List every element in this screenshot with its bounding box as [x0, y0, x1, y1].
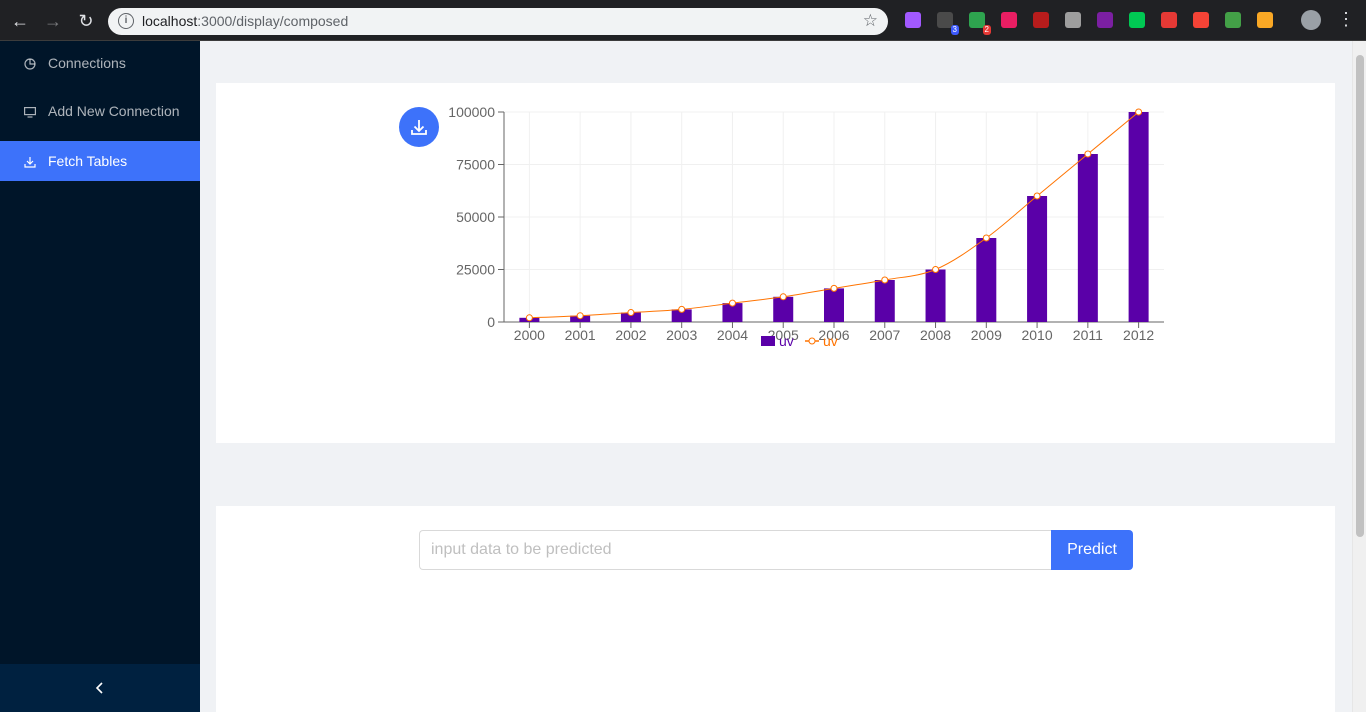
- chart-bar: [773, 296, 794, 322]
- x-tick-label: 2003: [666, 327, 697, 343]
- sidebar-collapse-button[interactable]: [0, 664, 200, 712]
- x-tick-label: 2004: [717, 327, 748, 343]
- desktop-icon: [24, 107, 36, 118]
- chart-bar: [874, 280, 895, 322]
- chart-point: [525, 314, 533, 322]
- chart-point: [627, 309, 635, 317]
- sidebar: Connections Add New Connection Fetch Tab…: [0, 41, 200, 712]
- chart-point: [1135, 108, 1143, 116]
- page-scrollbar[interactable]: [1352, 41, 1366, 712]
- cookie-ext-icon[interactable]: [1257, 12, 1273, 28]
- chart-point: [830, 284, 838, 292]
- bookmark-star-icon[interactable]: ☆: [863, 11, 878, 31]
- x-tick-label: 2011: [1073, 327, 1103, 343]
- chart-point: [982, 234, 990, 242]
- download-icon: [24, 157, 36, 168]
- sidebar-item-fetch-tables[interactable]: Fetch Tables: [0, 141, 200, 181]
- legend-line-label: uv: [823, 333, 838, 349]
- y-tick-label: 100000: [448, 104, 495, 120]
- y-tick-label: 75000: [456, 157, 495, 173]
- pie-chart-icon: [24, 58, 36, 70]
- y-tick-label: 25000: [456, 262, 495, 278]
- scrollbar-thumb[interactable]: [1356, 55, 1364, 537]
- chart-card: 0 25000 50000 75000 100000 2000 2001 2002 2003 20…: [216, 83, 1335, 443]
- x-tick-label: 2010: [1021, 327, 1052, 343]
- predict-input[interactable]: [419, 530, 1052, 570]
- x-tick-label: 2001: [565, 327, 596, 343]
- profile-avatar[interactable]: [1301, 10, 1321, 30]
- chart-point: [576, 312, 584, 320]
- chart-point: [1033, 192, 1041, 200]
- chart-point: [728, 299, 736, 307]
- robot-ext-icon[interactable]: 3: [937, 12, 959, 35]
- sidebar-item-add-connection[interactable]: Add New Connection: [0, 91, 200, 131]
- legend-line-marker: [808, 337, 816, 345]
- gear-ext-icon[interactable]: [1161, 12, 1177, 28]
- x-tick-label: 2002: [615, 327, 646, 343]
- forward-arrow-icon[interactable]: →: [41, 9, 65, 33]
- x-tick-label: 2008: [920, 327, 951, 343]
- reload-icon[interactable]: ↻: [74, 9, 98, 33]
- chart-bar: [1077, 154, 1098, 322]
- x-tick-label: 2000: [514, 327, 545, 343]
- chart-point: [932, 266, 940, 273]
- ublock-icon[interactable]: [1033, 12, 1049, 28]
- extension-badge: 3: [950, 25, 959, 35]
- x-tick-label: 2012: [1123, 327, 1154, 343]
- predict-button[interactable]: Predict: [1051, 530, 1133, 570]
- site-info-icon[interactable]: i: [118, 13, 134, 29]
- sidebar-item-label: Fetch Tables: [48, 153, 128, 169]
- camera-icon[interactable]: [1065, 12, 1081, 28]
- chart-point: [779, 293, 787, 301]
- chart-bar: [976, 238, 997, 322]
- download-ext-icon[interactable]: 2: [969, 12, 991, 35]
- chart-point: [678, 305, 686, 313]
- target-ext-icon[interactable]: [1129, 12, 1145, 28]
- browser-menu-icon[interactable]: ⋮: [1337, 9, 1355, 29]
- legend-bar-swatch: [761, 336, 775, 346]
- chevron-left-icon: [95, 682, 103, 694]
- back-arrow-icon[interactable]: ←: [8, 9, 32, 33]
- address-bar[interactable]: i localhost:3000/display/composed ☆: [108, 8, 888, 35]
- cors-ext-icon[interactable]: [1225, 12, 1241, 28]
- composed-chart: 0 25000 50000 75000 100000 2000 2001 2002 2003 20…: [448, 104, 1164, 349]
- purple-ext-icon[interactable]: [905, 12, 921, 28]
- chart-bar: [1027, 196, 1048, 322]
- eyedropper-ext-icon[interactable]: [1097, 12, 1113, 28]
- chart-point: [1084, 150, 1092, 158]
- sidebar-item-connections[interactable]: Connections: [0, 43, 200, 83]
- y-tick-label: 0: [487, 314, 495, 330]
- x-tick-label: 2007: [869, 327, 900, 343]
- url-text[interactable]: localhost:3000/display/composed: [142, 13, 348, 29]
- browser-toolbar: ← → ↻ i localhost:3000/display/composed …: [0, 0, 1366, 41]
- x-tick-label: 2009: [971, 327, 1002, 343]
- extension-badge: 2: [982, 25, 991, 35]
- chart-bar: [925, 269, 946, 322]
- chart-bar: [824, 288, 844, 322]
- sidebar-item-label: Connections: [48, 55, 126, 71]
- chart-point: [881, 276, 889, 284]
- predict-card: Predict: [216, 506, 1335, 712]
- percent-ext-icon[interactable]: [1193, 12, 1209, 28]
- y-tick-label: 50000: [456, 209, 495, 225]
- sidebar-item-label: Add New Connection: [48, 103, 180, 119]
- pink-ext-icon[interactable]: [1001, 12, 1017, 28]
- legend-bar-label: uv: [779, 333, 794, 349]
- chart-bar: [1128, 112, 1149, 322]
